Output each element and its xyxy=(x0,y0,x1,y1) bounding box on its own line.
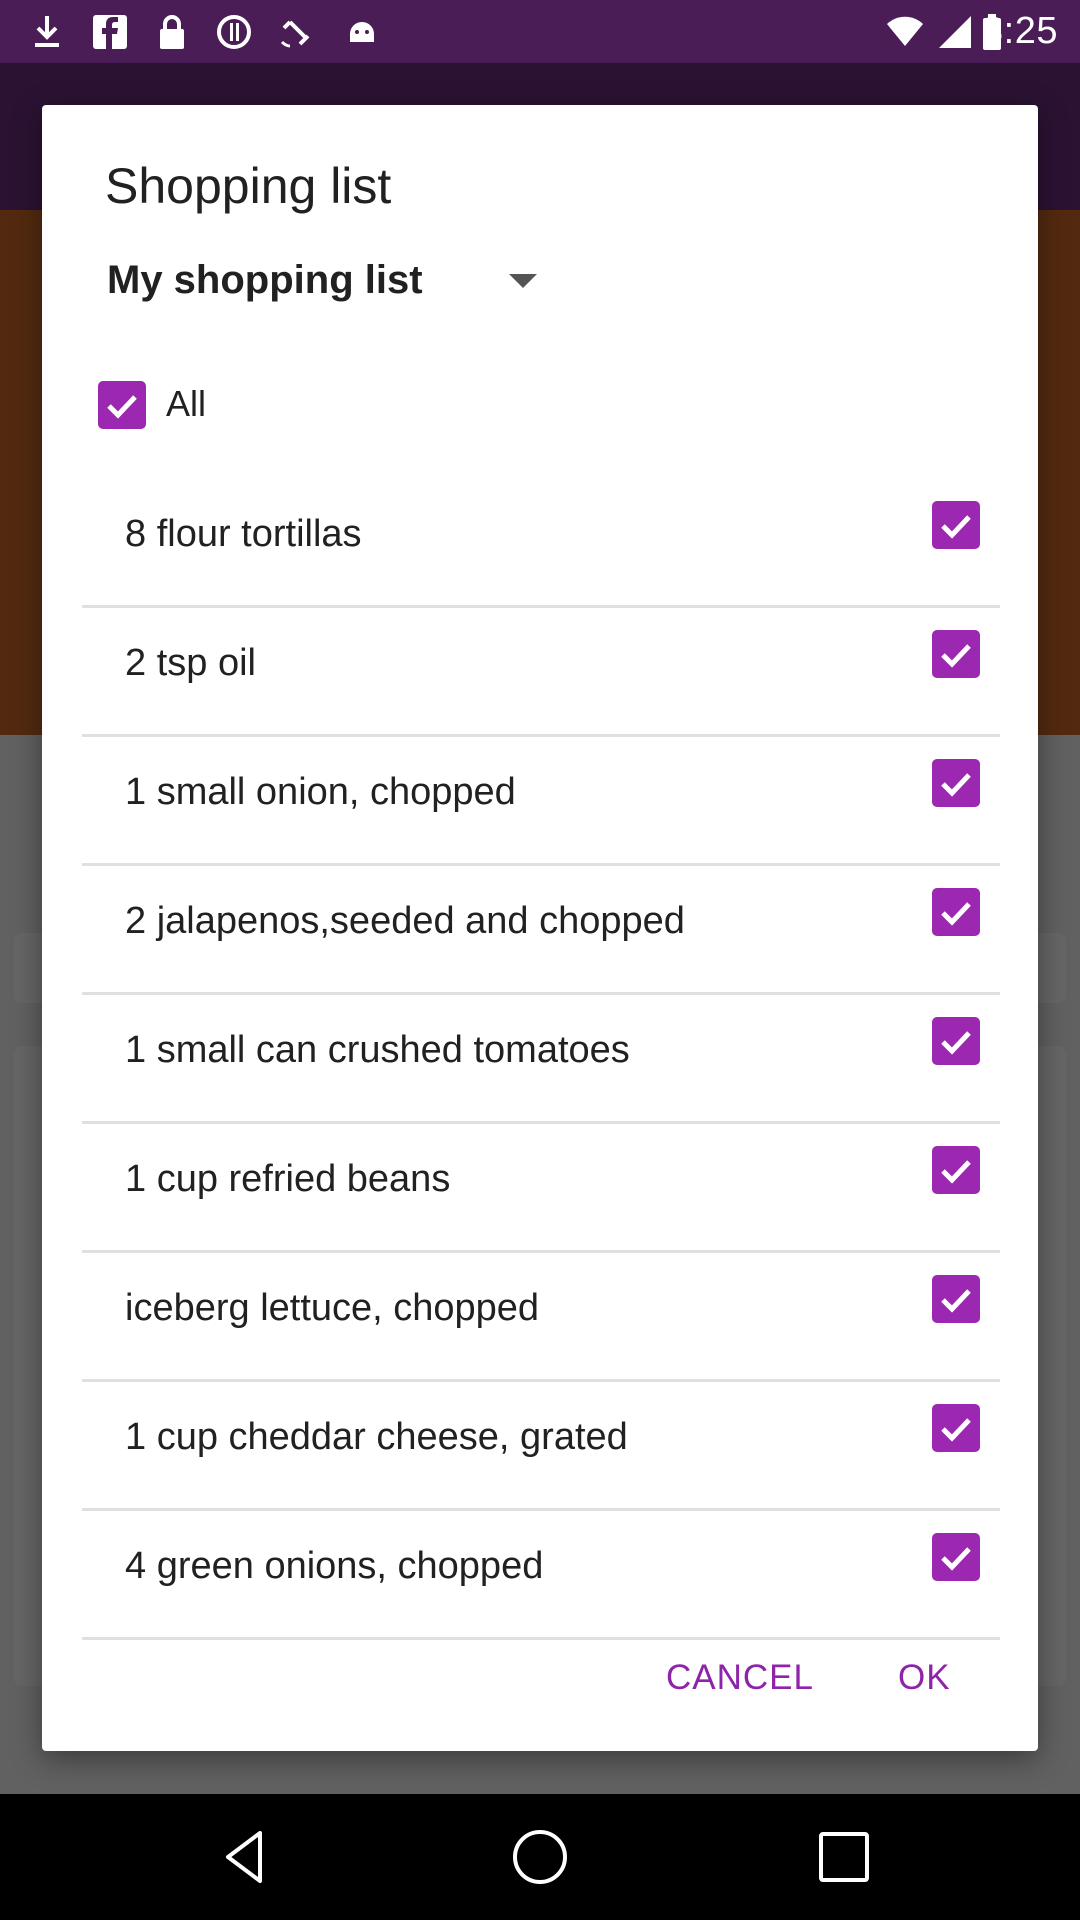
list-item[interactable]: 2 jalapenos,seeded and chopped xyxy=(82,866,1000,995)
shopping-list-dialog: Shopping list My shopping list All 8 flo… xyxy=(42,105,1038,1751)
home-icon[interactable] xyxy=(508,1825,572,1889)
item-label: 1 small onion, chopped xyxy=(125,771,516,813)
dialog-title: Shopping list xyxy=(105,158,392,214)
check-icon xyxy=(941,515,971,539)
shopping-items-list: 8 flour tortillas 2 tsp oil 1 small onio… xyxy=(82,479,1000,1640)
item-checkbox[interactable] xyxy=(932,630,980,678)
status-bar: 3:25 xyxy=(0,0,1080,63)
item-checkbox[interactable] xyxy=(932,1275,980,1323)
list-item[interactable]: 4 green onions, chopped xyxy=(82,1511,1000,1640)
blocked-icon xyxy=(217,15,251,49)
item-checkbox[interactable] xyxy=(932,1146,980,1194)
list-item[interactable]: 1 small can crushed tomatoes xyxy=(82,995,1000,1124)
check-icon xyxy=(941,644,971,668)
list-item[interactable]: 2 tsp oil xyxy=(82,608,1000,737)
wifi-icon xyxy=(887,16,923,46)
list-item[interactable]: 1 cup refried beans xyxy=(82,1124,1000,1253)
check-icon xyxy=(107,395,137,419)
item-label: 8 flour tortillas xyxy=(125,513,362,555)
screen: 3:25 Shopping list My shopping list All … xyxy=(0,0,1080,1920)
item-label: 1 cup refried beans xyxy=(125,1158,451,1200)
item-checkbox[interactable] xyxy=(932,888,980,936)
item-label: 4 green onions, chopped xyxy=(125,1545,544,1587)
download-icon xyxy=(35,16,59,47)
item-checkbox[interactable] xyxy=(932,759,980,807)
select-all-checkbox[interactable] xyxy=(98,381,146,429)
list-item[interactable]: 1 cup cheddar cheese, grated xyxy=(82,1382,1000,1511)
android-icon xyxy=(350,22,374,42)
navigation-bar xyxy=(0,1794,1080,1920)
item-checkbox[interactable] xyxy=(932,1404,980,1452)
back-icon[interactable] xyxy=(214,1825,278,1889)
item-label: 1 small can crushed tomatoes xyxy=(125,1029,630,1071)
check-icon xyxy=(941,1031,971,1055)
check-icon xyxy=(941,1289,971,1313)
list-item[interactable]: iceberg lettuce, chopped xyxy=(82,1253,1000,1382)
check-icon xyxy=(941,902,971,926)
item-label: 2 tsp oil xyxy=(125,642,256,684)
item-checkbox[interactable] xyxy=(932,1017,980,1065)
satellite-icon xyxy=(280,20,310,48)
item-label: 2 jalapenos,seeded and chopped xyxy=(125,900,685,942)
recents-icon[interactable] xyxy=(812,1825,876,1889)
facebook-icon xyxy=(93,15,127,49)
list-item[interactable]: 1 small onion, chopped xyxy=(82,737,1000,866)
item-checkbox[interactable] xyxy=(932,1533,980,1581)
check-icon xyxy=(941,1418,971,1442)
ok-button[interactable]: OK xyxy=(886,1648,963,1708)
item-label: 1 cup cheddar cheese, grated xyxy=(125,1416,628,1458)
dropdown-value: My shopping list xyxy=(107,257,423,302)
item-label: iceberg lettuce, chopped xyxy=(125,1287,540,1329)
lock-icon xyxy=(160,15,184,49)
status-time: 3:25 xyxy=(982,10,1058,52)
item-checkbox[interactable] xyxy=(932,501,980,549)
check-icon xyxy=(941,1160,971,1184)
check-icon xyxy=(941,1547,971,1571)
check-icon xyxy=(941,773,971,797)
shopping-list-dropdown[interactable]: My shopping list xyxy=(107,248,537,312)
select-all-row[interactable]: All xyxy=(98,375,498,435)
cancel-button[interactable]: CANCEL xyxy=(654,1648,826,1708)
dropdown-arrow-icon xyxy=(509,274,537,288)
select-all-label: All xyxy=(166,383,207,424)
list-item[interactable]: 8 flour tortillas xyxy=(82,479,1000,608)
signal-icon xyxy=(939,16,971,48)
